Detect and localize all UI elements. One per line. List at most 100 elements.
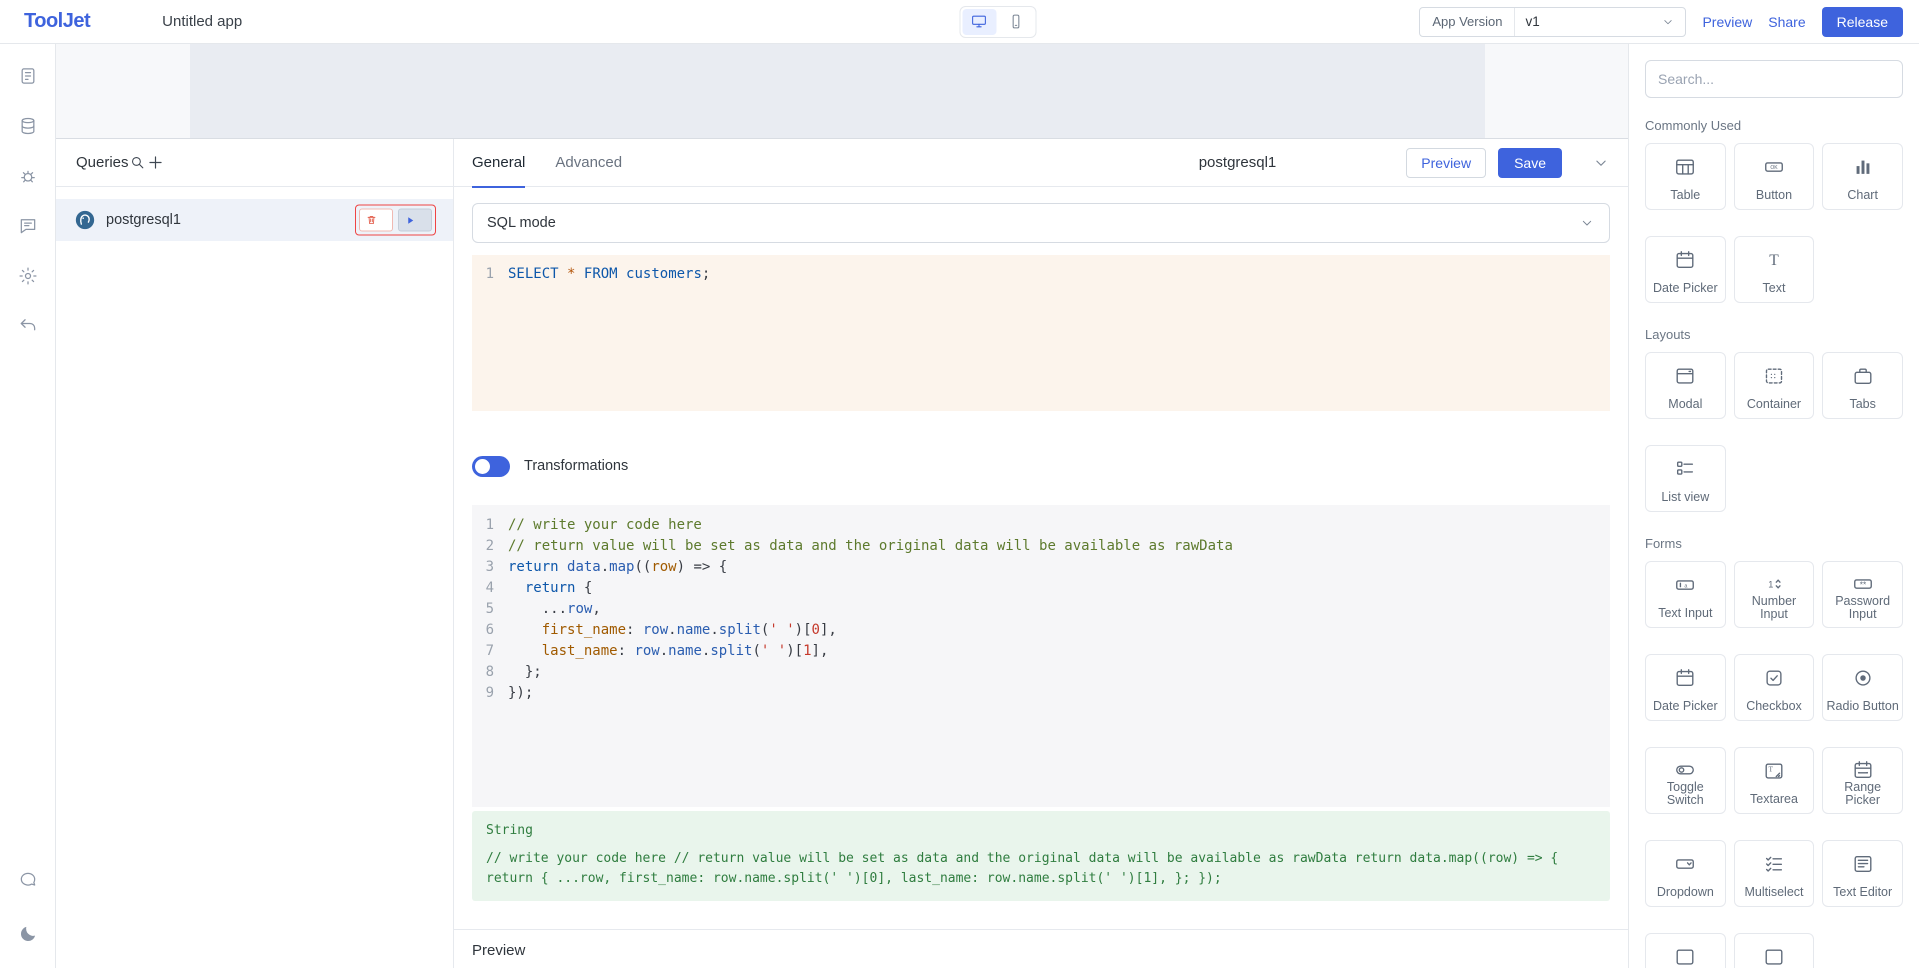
preview-section-label: Preview	[472, 942, 525, 959]
postgresql-icon	[74, 209, 96, 231]
queries-header: Queries	[56, 139, 453, 187]
radio-widget-icon	[1852, 666, 1874, 689]
transformation-code-editor[interactable]: 1// write your code here2// return value…	[472, 505, 1610, 807]
query-title: postgresql1	[1199, 154, 1277, 171]
app-version-select[interactable]: v1	[1515, 8, 1685, 36]
widget-card-date-picker[interactable]: Date Picker	[1645, 654, 1726, 721]
dark-mode-icon[interactable]	[10, 916, 46, 952]
search-queries-icon[interactable]	[129, 154, 146, 171]
tab-advanced[interactable]: Advanced	[555, 139, 622, 187]
widget-label: Chart	[1844, 189, 1881, 202]
widget-card-dropdown[interactable]: Dropdown	[1645, 840, 1726, 907]
widget-label: Text Input	[1655, 607, 1715, 620]
code-line: 5 ...row,	[472, 599, 1610, 620]
widget-card-tabs[interactable]: Tabs	[1822, 352, 1903, 419]
settings-icon[interactable]	[10, 258, 46, 294]
tooljet-logo[interactable]: ToolJet	[24, 10, 90, 33]
mobile-view-button[interactable]	[999, 9, 1033, 35]
header-share-button[interactable]: Share	[1768, 14, 1805, 30]
code-line: 2// return value will be set as data and…	[472, 536, 1610, 557]
header-preview-button[interactable]: Preview	[1702, 14, 1752, 30]
release-button[interactable]: Release	[1822, 7, 1903, 37]
line-number: 4	[472, 578, 508, 599]
widget-card-modal[interactable]: Modal	[1645, 352, 1726, 419]
widget-label: Number Input	[1735, 595, 1814, 621]
calendar-widget-icon	[1674, 666, 1696, 689]
collapse-panel-icon[interactable]	[1592, 154, 1610, 172]
left-rail-top	[10, 58, 46, 344]
tab-general[interactable]: General	[472, 139, 525, 187]
button-widget-icon: OK	[1763, 155, 1785, 178]
widget-card-partial[interactable]	[1734, 933, 1815, 968]
widget-card-range-picker[interactable]: Range Picker	[1822, 747, 1903, 814]
app-canvas[interactable]	[56, 44, 1628, 138]
desktop-view-button[interactable]	[962, 9, 996, 35]
undo-icon[interactable]	[10, 308, 46, 344]
widget-icon	[1674, 945, 1696, 968]
code-line: 8 };	[472, 662, 1610, 683]
line-number: 7	[472, 641, 508, 662]
password-input-widget-icon: **	[1852, 573, 1874, 595]
add-query-button[interactable]	[146, 153, 165, 172]
monitor-icon	[971, 13, 988, 30]
widget-card-list-view[interactable]: List view	[1645, 445, 1726, 512]
app-header: ToolJet Untitled app App Version v1 Prev…	[0, 0, 1919, 44]
pages-icon[interactable]	[10, 58, 46, 94]
app-title[interactable]: Untitled app	[162, 13, 242, 30]
widget-card-multiselect[interactable]: Multiselect	[1734, 840, 1815, 907]
code-line: 7 last_name: row.name.split(' ')[1],	[472, 641, 1610, 662]
line-number: 1	[472, 263, 508, 285]
trash-icon	[365, 214, 378, 227]
run-query-button[interactable]	[398, 209, 432, 232]
code-line: 1SELECT * FROM customers;	[472, 263, 1610, 285]
query-preview-button[interactable]: Preview	[1406, 148, 1486, 178]
widget-card-container[interactable]: Container	[1734, 352, 1815, 419]
app-version-value: v1	[1525, 14, 1539, 29]
query-list-item[interactable]: postgresql1	[56, 199, 453, 241]
help-icon[interactable]	[10, 862, 46, 898]
widget-card-table[interactable]: Table	[1645, 143, 1726, 210]
widget-card-text-editor[interactable]: Text Editor	[1822, 840, 1903, 907]
container-widget-icon	[1763, 364, 1785, 387]
widget-label: Dropdown	[1654, 886, 1717, 899]
query-save-button[interactable]: Save	[1498, 148, 1562, 178]
datasources-icon[interactable]	[10, 108, 46, 144]
widget-card-chart[interactable]: Chart	[1822, 143, 1903, 210]
toggle-knob	[475, 459, 490, 474]
app-version-control: App Version v1	[1419, 7, 1686, 37]
left-rail	[0, 44, 56, 968]
widget-label: Tabs	[1846, 398, 1878, 411]
widget-card-textarea[interactable]: TTextarea	[1734, 747, 1815, 814]
widget-card-date-picker[interactable]: Date Picker	[1645, 236, 1726, 303]
section-label-forms: Forms	[1645, 536, 1903, 551]
debugger-icon[interactable]	[10, 158, 46, 194]
delete-query-button[interactable]	[359, 209, 393, 232]
queries-sidebar: Queries postgresql1	[56, 139, 454, 968]
line-number: 3	[472, 557, 508, 578]
widget-card-text-input[interactable]: aText Input	[1645, 561, 1726, 628]
widget-card-button[interactable]: OKButton	[1734, 143, 1815, 210]
list-view-widget-icon	[1674, 457, 1696, 480]
sql-mode-select[interactable]: SQL mode	[472, 203, 1610, 243]
svg-text:T: T	[1769, 252, 1779, 269]
widget-card-radio-button[interactable]: Radio Button	[1822, 654, 1903, 721]
transformations-toggle[interactable]	[472, 456, 510, 477]
widget-search-input[interactable]	[1645, 60, 1903, 98]
widget-label: Radio Button	[1824, 700, 1902, 713]
sql-code-editor[interactable]: 1SELECT * FROM customers;	[472, 255, 1610, 411]
app-canvas-inner[interactable]	[190, 44, 1485, 138]
widget-card-number-input[interactable]: 1Number Input	[1734, 561, 1815, 628]
widget-card-text[interactable]: T Text	[1734, 236, 1815, 303]
chart-widget-icon	[1852, 155, 1874, 178]
widget-card-checkbox[interactable]: Checkbox	[1734, 654, 1815, 721]
comments-icon[interactable]	[10, 208, 46, 244]
widget-card-toggle-switch[interactable]: Toggle Switch	[1645, 747, 1726, 814]
widget-label: Multiselect	[1741, 886, 1806, 899]
widget-label: Text	[1760, 282, 1789, 295]
modal-widget-icon	[1674, 364, 1696, 387]
widget-card-partial[interactable]	[1645, 933, 1726, 968]
widget-card-password-input[interactable]: **Password Input	[1822, 561, 1903, 628]
line-number: 6	[472, 620, 508, 641]
line-number: 9	[472, 683, 508, 704]
transformations-row: Transformations	[472, 455, 1610, 477]
